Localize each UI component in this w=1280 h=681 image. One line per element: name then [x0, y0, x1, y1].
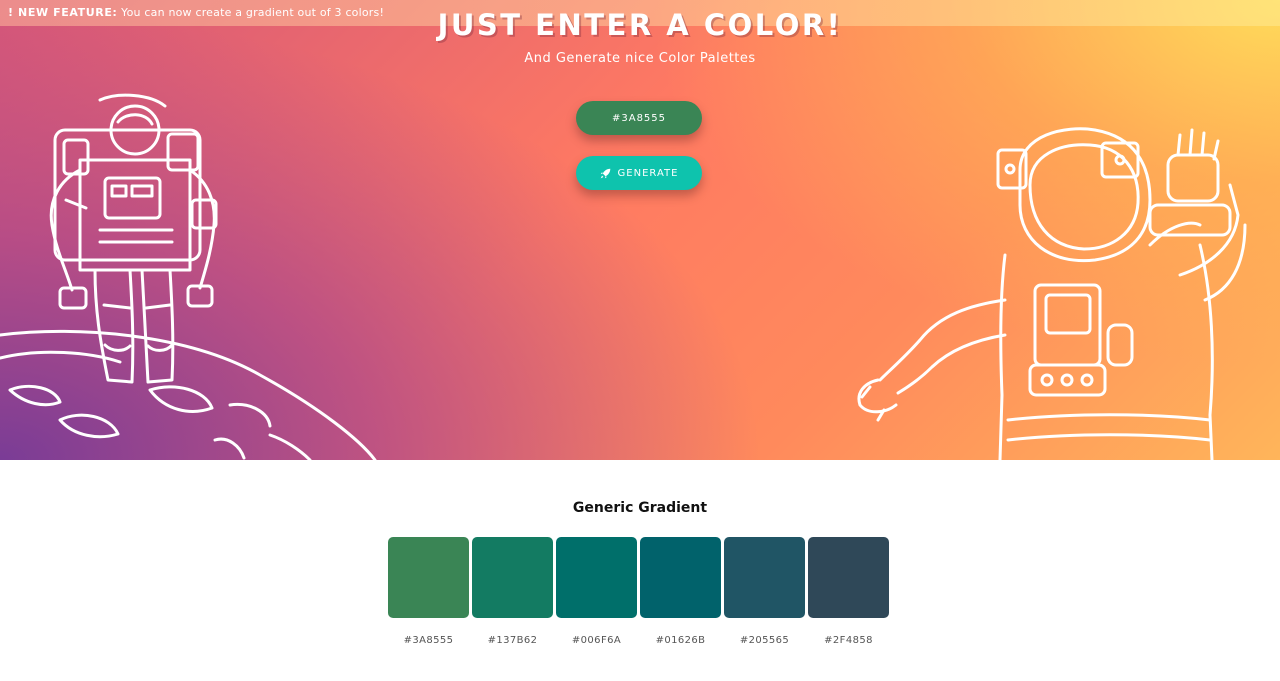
- color-swatch[interactable]: [724, 537, 805, 618]
- color-swatch[interactable]: [388, 537, 469, 618]
- page-subtitle: And Generate nice Color Palettes: [524, 51, 756, 66]
- palette-swatches: [388, 537, 890, 619]
- color-swatch-label: #006F6A: [571, 635, 622, 646]
- astronaut-left-illustration: [0, 93, 377, 460]
- color-swatch-label: #137B62: [487, 635, 538, 646]
- rocket-icon: [600, 168, 610, 178]
- color-swatch[interactable]: [556, 537, 637, 618]
- color-input[interactable]: [576, 101, 702, 135]
- color-swatch-label: #2F4858: [824, 635, 873, 646]
- palette-title: Generic Gradient: [572, 500, 708, 516]
- color-swatch-label: #3A8555: [403, 635, 454, 646]
- generate-button[interactable]: GENERATE: [576, 156, 702, 190]
- hero-section: ! NEW FEATURE: You can now create a grad…: [0, 0, 1280, 460]
- color-swatch-label: #01626B: [655, 635, 706, 646]
- generate-label: GENERATE: [617, 167, 679, 179]
- astronaut-right-illustration: [857, 127, 1247, 460]
- color-swatch[interactable]: [808, 537, 889, 618]
- color-swatch[interactable]: [640, 537, 721, 618]
- color-swatch-label: #205565: [739, 635, 790, 646]
- page-title: JUST ENTER A COLOR!: [437, 8, 843, 42]
- color-swatch[interactable]: [472, 537, 553, 618]
